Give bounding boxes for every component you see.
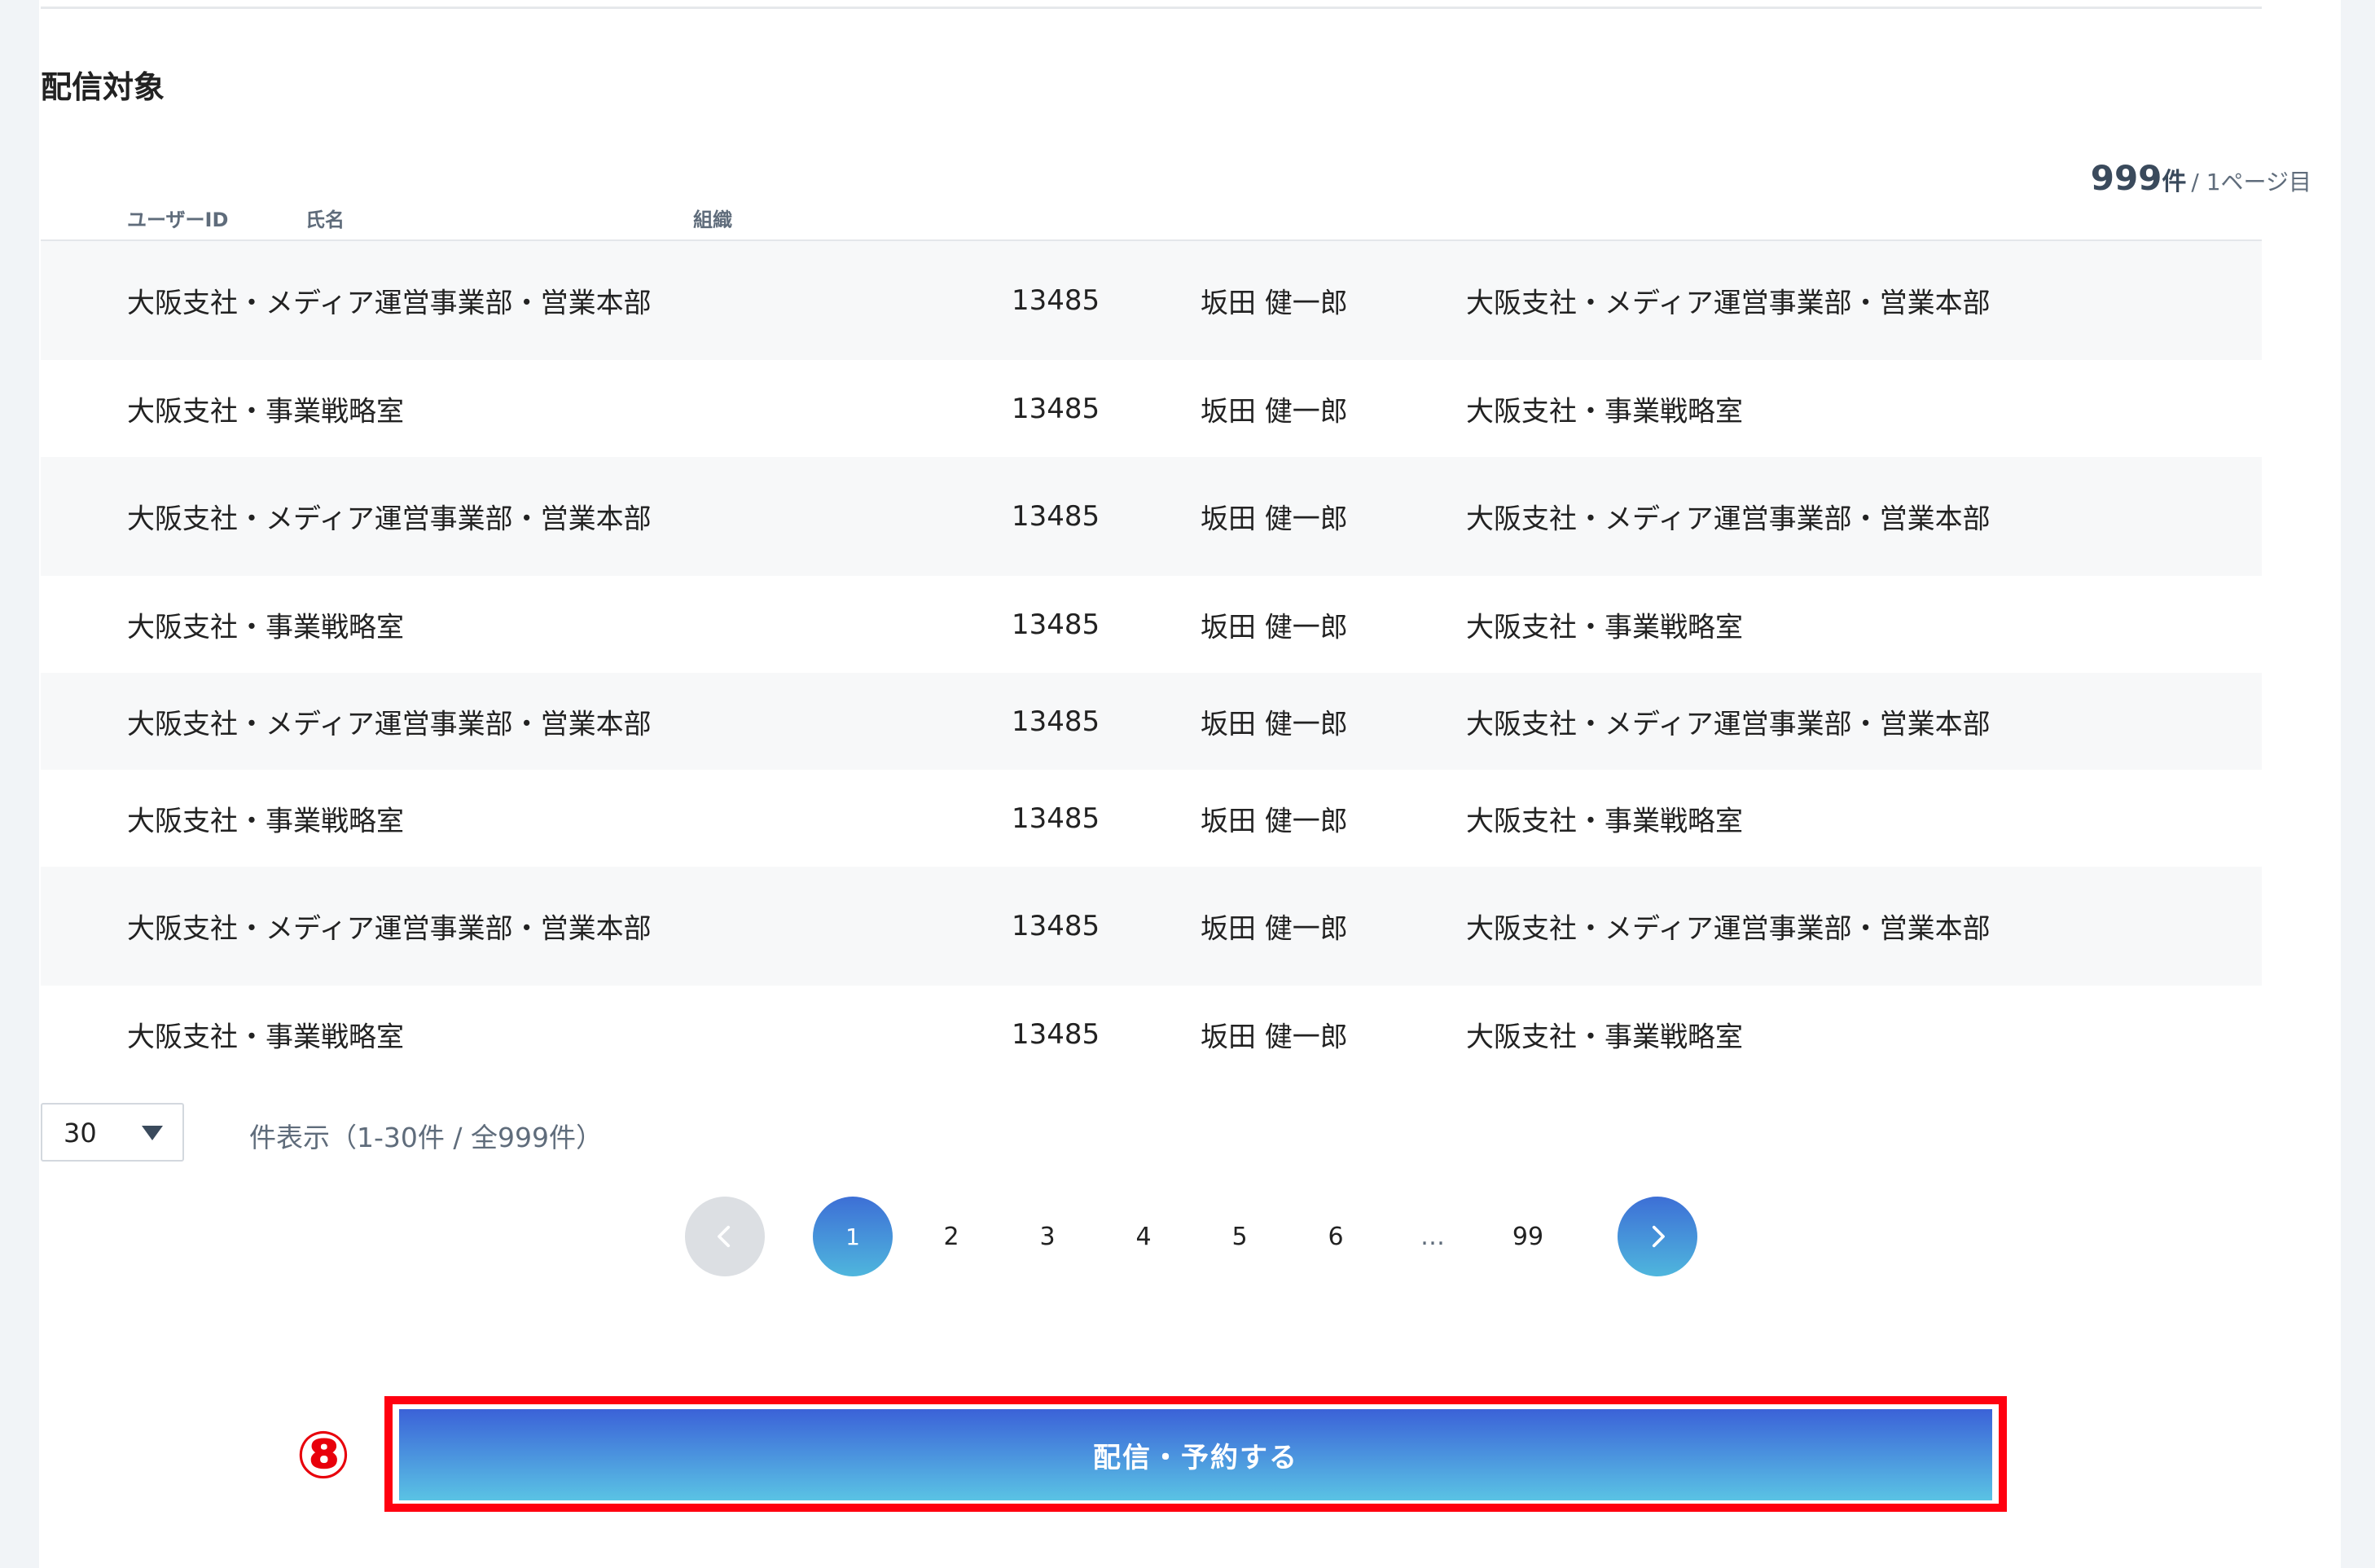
- page-6[interactable]: 6: [1311, 1197, 1360, 1276]
- submit-schedule-button[interactable]: 配信・予約する: [399, 1409, 1992, 1500]
- table-row: 大阪支社・メディア運営事業部・営業本部 13485 坂田 健一郎 大阪支社・メデ…: [41, 241, 2262, 360]
- result-count: 999件/ 1ページ目: [2091, 158, 2311, 198]
- page-last[interactable]: 99: [1504, 1197, 1552, 1276]
- row-user-id: 13485: [1012, 500, 1100, 533]
- result-count-number: 999: [2090, 158, 2162, 198]
- column-header-user-id: ユーザーID: [127, 209, 229, 231]
- row-user-id: 13485: [1012, 608, 1100, 641]
- row-user-name: 坂田 健一郎: [1201, 1021, 1348, 1053]
- row-org-left: 大阪支社・事業戦略室: [127, 805, 404, 837]
- row-user-id: 13485: [1012, 910, 1100, 942]
- page-current[interactable]: 1: [813, 1197, 893, 1276]
- per-page-label: 件表示（1-30件 / 全999件）: [249, 1122, 603, 1153]
- row-org-left: 大阪支社・事業戦略室: [127, 611, 404, 643]
- prev-page-button[interactable]: [685, 1197, 765, 1276]
- result-count-unit: 件: [2162, 168, 2187, 196]
- row-user-id: 13485: [1012, 284, 1100, 317]
- column-header-name: 氏名: [305, 209, 345, 231]
- table-row: 大阪支社・メディア運営事業部・営業本部 13485 坂田 健一郎 大阪支社・メデ…: [41, 673, 2262, 770]
- row-org-left: 大阪支社・メディア運営事業部・営業本部: [127, 287, 652, 320]
- page-3[interactable]: 3: [1023, 1197, 1072, 1276]
- chevron-right-icon: [1652, 1225, 1665, 1248]
- row-organization: 大阪支社・メディア運営事業部・営業本部: [1466, 503, 1991, 536]
- per-page-select[interactable]: 30: [41, 1103, 184, 1162]
- row-user-id: 13485: [1012, 802, 1100, 835]
- row-org-left: 大阪支社・事業戦略室: [127, 1021, 404, 1053]
- row-organization: 大阪支社・事業戦略室: [1466, 395, 1743, 428]
- table-header: ユーザーID 氏名 組織: [41, 204, 2262, 239]
- page-4[interactable]: 4: [1119, 1197, 1168, 1276]
- row-organization: 大阪支社・メディア運営事業部・営業本部: [1466, 912, 1991, 946]
- step-badge: ⑧: [296, 1417, 351, 1493]
- section-title: 配信対象: [41, 69, 165, 105]
- row-organization: 大阪支社・メディア運営事業部・営業本部: [1466, 708, 1991, 740]
- row-organization: 大阪支社・メディア運営事業部・営業本部: [1466, 287, 1991, 320]
- row-user-name: 坂田 健一郎: [1201, 611, 1348, 643]
- page-ellipsis: …: [1420, 1222, 1445, 1251]
- row-organization: 大阪支社・事業戦略室: [1466, 805, 1743, 837]
- row-org-left: 大阪支社・メディア運営事業部・営業本部: [127, 912, 652, 946]
- caret-down-icon: [142, 1126, 163, 1140]
- column-header-organization: 組織: [693, 209, 732, 231]
- row-org-left: 大阪支社・メディア運営事業部・営業本部: [127, 503, 652, 536]
- row-organization: 大阪支社・事業戦略室: [1466, 611, 1743, 643]
- row-org-left: 大阪支社・事業戦略室: [127, 395, 404, 428]
- row-user-name: 坂田 健一郎: [1201, 708, 1348, 740]
- row-user-name: 坂田 健一郎: [1201, 805, 1348, 837]
- chevron-left-icon: [718, 1225, 731, 1248]
- page-2[interactable]: 2: [927, 1197, 976, 1276]
- per-page-value: 30: [64, 1118, 97, 1149]
- row-organization: 大阪支社・事業戦略室: [1466, 1021, 1743, 1053]
- row-user-id: 13485: [1012, 705, 1100, 738]
- table-row: 大阪支社・事業戦略室 13485 坂田 健一郎 大阪支社・事業戦略室: [41, 576, 2262, 673]
- table-row: 大阪支社・事業戦略室 13485 坂田 健一郎 大阪支社・事業戦略室: [41, 770, 2262, 867]
- row-user-name: 坂田 健一郎: [1201, 395, 1348, 428]
- top-divider: [41, 7, 2262, 9]
- row-user-id: 13485: [1012, 1017, 1100, 1051]
- table-row: 大阪支社・メディア運営事業部・営業本部 13485 坂田 健一郎 大阪支社・メデ…: [41, 867, 2262, 986]
- next-page-button[interactable]: [1618, 1197, 1697, 1276]
- row-user-name: 坂田 健一郎: [1201, 503, 1348, 536]
- page-info: / 1ページ目: [2191, 169, 2311, 195]
- page-5[interactable]: 5: [1215, 1197, 1264, 1276]
- table-row: 大阪支社・事業戦略室 13485 坂田 健一郎 大阪支社・事業戦略室: [41, 986, 2262, 1083]
- table-row: 大阪支社・メディア運営事業部・営業本部 13485 坂田 健一郎 大阪支社・メデ…: [41, 457, 2262, 576]
- recipient-table: 大阪支社・メディア運営事業部・営業本部 13485 坂田 健一郎 大阪支社・メデ…: [41, 239, 2262, 1083]
- pagination: 1 2 3 4 5 6 … 99: [0, 1197, 2375, 1278]
- table-row: 大阪支社・事業戦略室 13485 坂田 健一郎 大阪支社・事業戦略室: [41, 360, 2262, 457]
- row-org-left: 大阪支社・メディア運営事業部・営業本部: [127, 708, 652, 740]
- row-user-id: 13485: [1012, 392, 1100, 425]
- row-user-name: 坂田 健一郎: [1201, 287, 1348, 320]
- row-user-name: 坂田 健一郎: [1201, 912, 1348, 946]
